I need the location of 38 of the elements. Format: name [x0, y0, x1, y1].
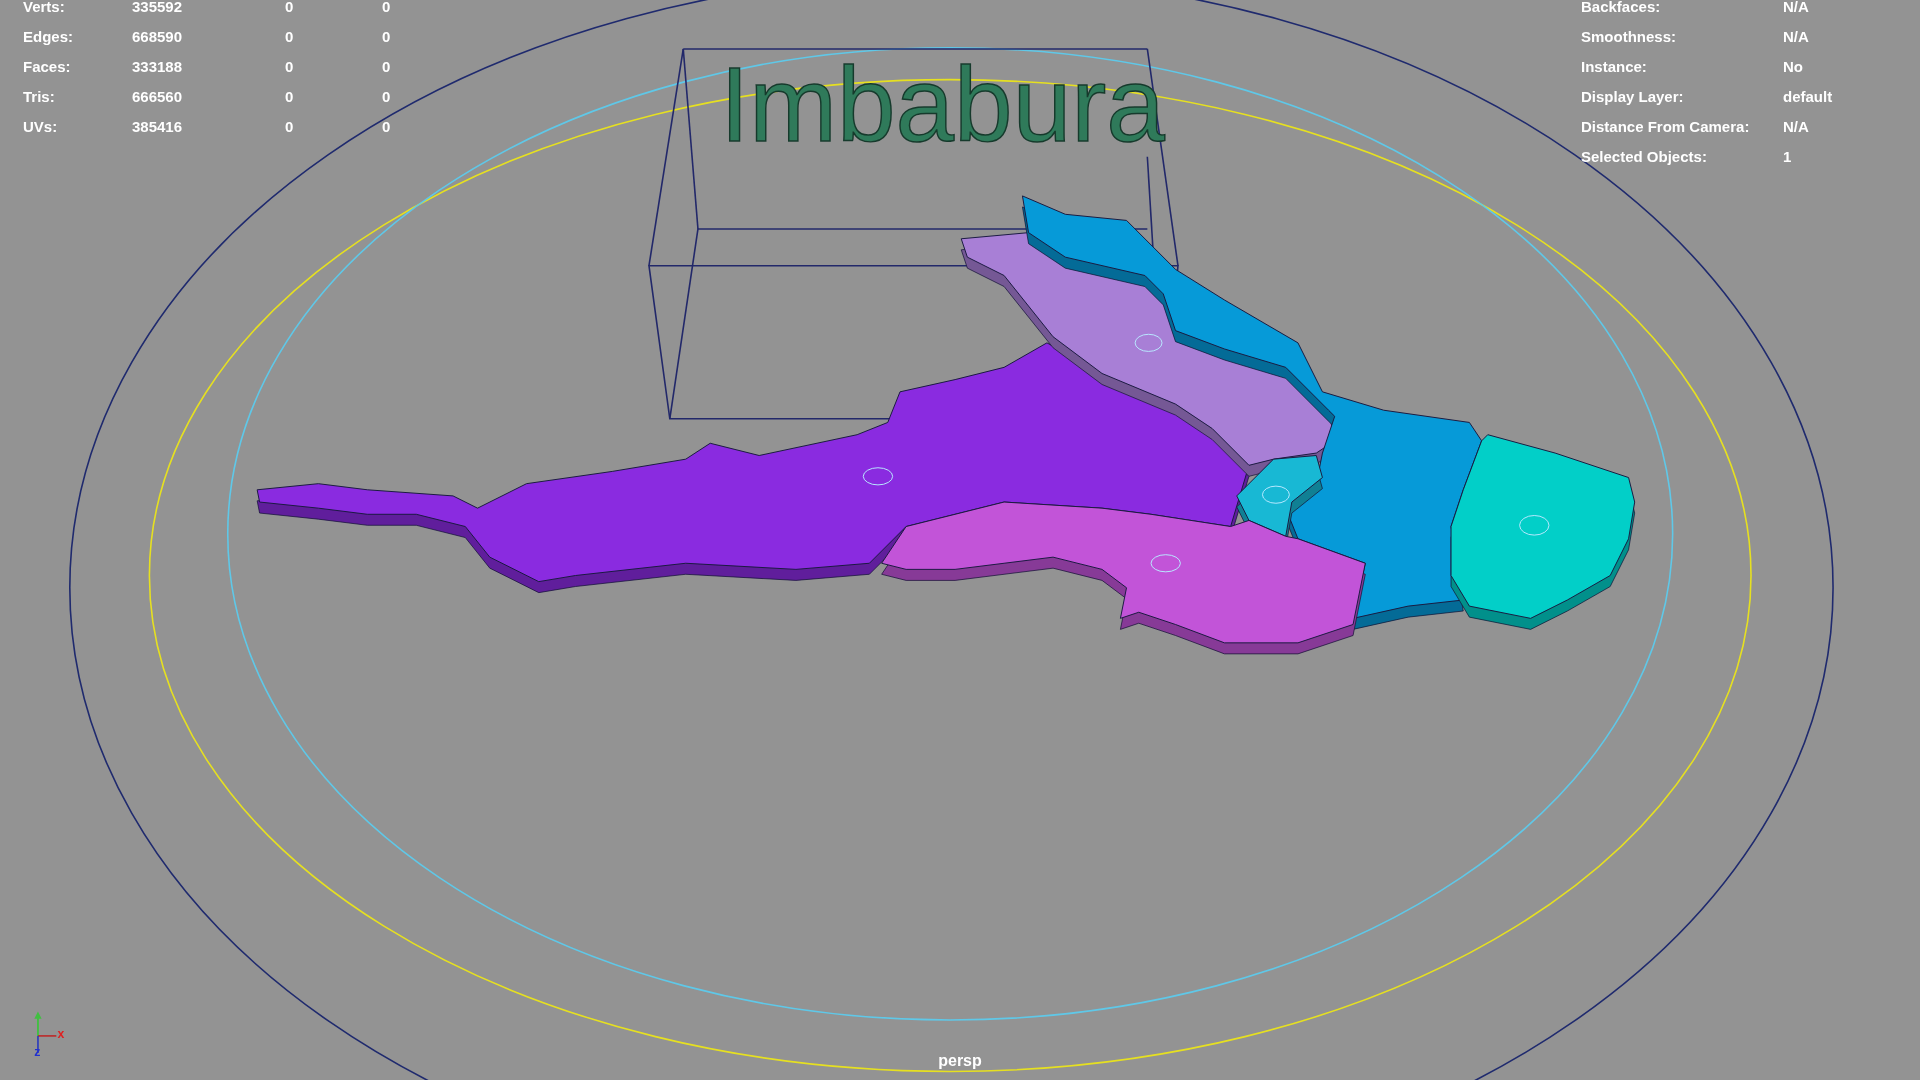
label-marker [1261, 485, 1290, 504]
stat-value: 0 [382, 0, 392, 16]
info-label: Selected Objects: [1581, 147, 1708, 166]
stat-value: 0 [382, 57, 392, 76]
stat-label: Verts: [23, 0, 66, 16]
info-value: N/A [1783, 27, 1810, 46]
stat-value: 0 [285, 0, 295, 16]
stat-label: Faces: [23, 57, 72, 76]
info-label: Display Layer: [1581, 87, 1685, 106]
info-value: No [1783, 57, 1804, 76]
stat-value: 0 [382, 27, 392, 46]
stat-value: 666560 [132, 87, 184, 106]
stat-value: 0 [382, 117, 392, 136]
label-marker [1134, 333, 1163, 352]
stat-value: 0 [285, 117, 295, 136]
stat-label: UVs: [23, 117, 59, 136]
stat-label: Edges: [23, 27, 74, 46]
stat-value: 0 [285, 87, 295, 106]
info-value: default [1783, 87, 1834, 106]
info-value: 1 [1783, 147, 1793, 166]
stat-value: 0 [285, 27, 295, 46]
label-marker [1519, 515, 1550, 536]
info-label: Distance From Camera: [1581, 117, 1751, 136]
stat-label: Tris: [23, 87, 56, 106]
info-value: N/A [1783, 117, 1810, 136]
stat-value: 668590 [132, 27, 184, 46]
info-label: Instance: [1581, 57, 1648, 76]
label-marker [1150, 554, 1181, 573]
info-value: N/A [1783, 0, 1810, 16]
stat-value: 333188 [132, 57, 184, 76]
stat-value: 335592 [132, 0, 184, 16]
stat-value: 385416 [132, 117, 184, 136]
stat-value: 0 [285, 57, 295, 76]
info-label: Smoothness: [1581, 27, 1677, 46]
label-marker [862, 467, 894, 486]
stat-value: 0 [382, 87, 392, 106]
camera-name: persp [938, 1052, 982, 1070]
info-label: Backfaces: [1581, 0, 1662, 16]
